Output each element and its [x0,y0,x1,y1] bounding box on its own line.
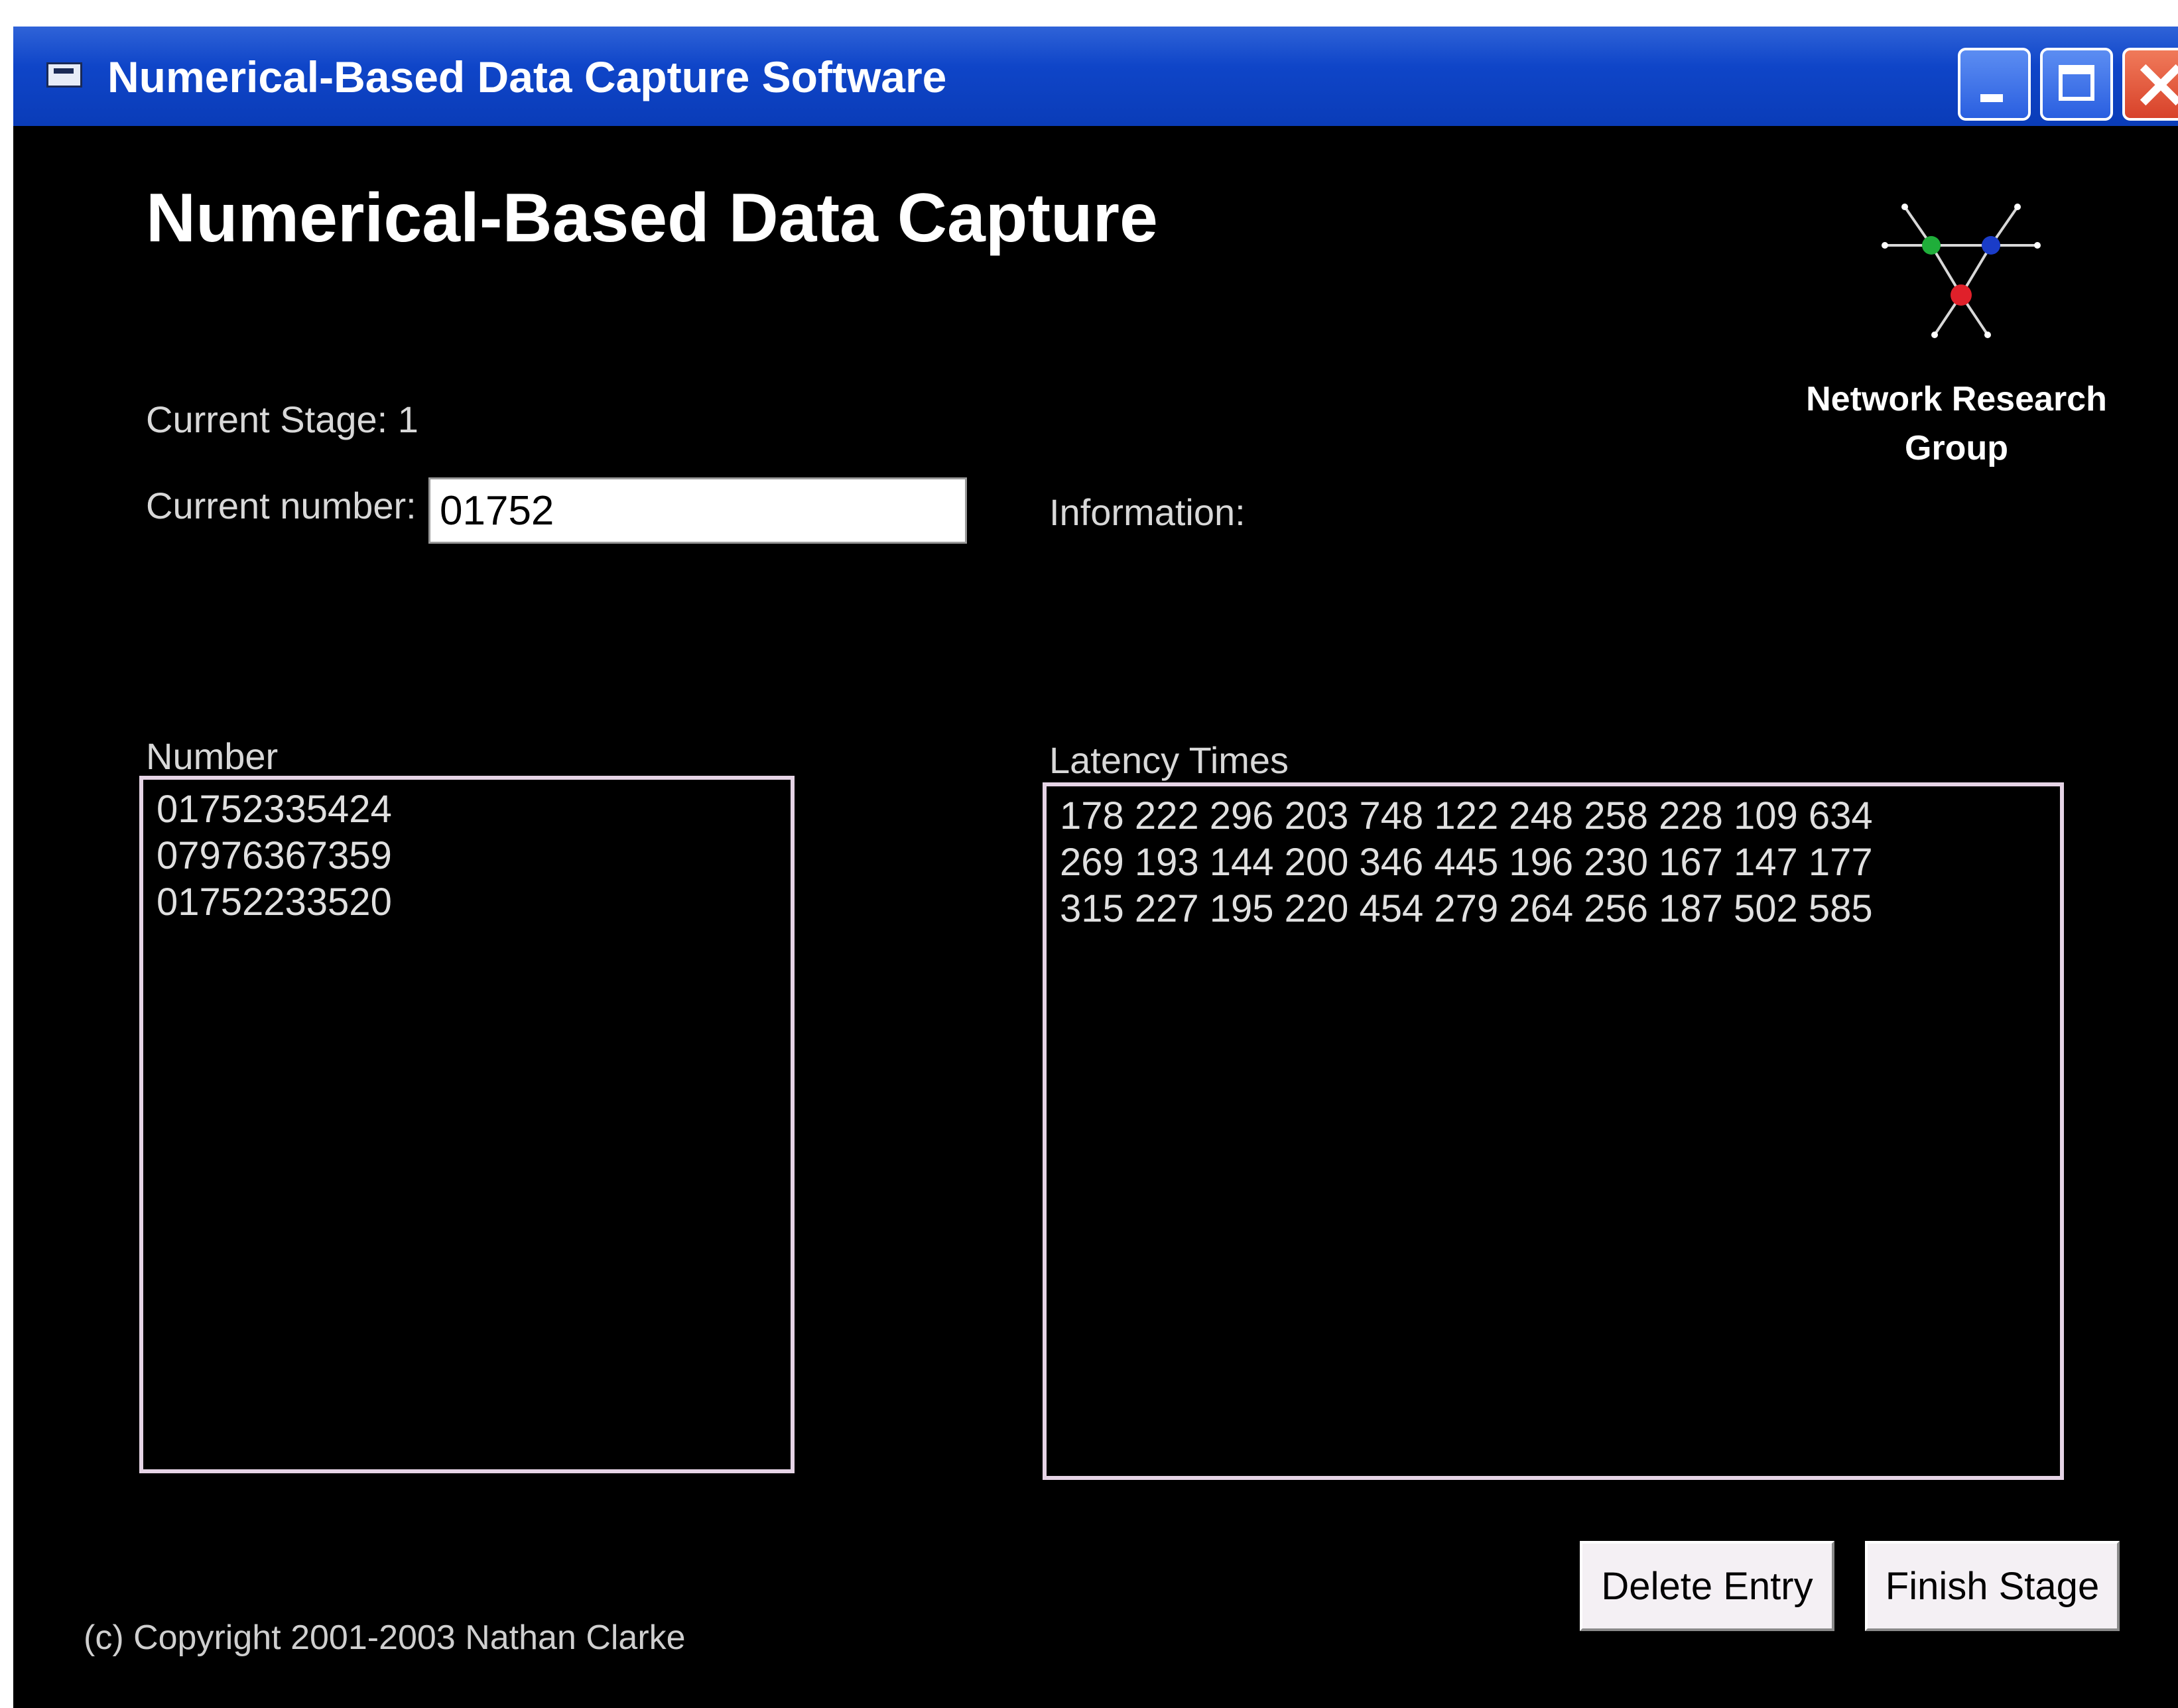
list-item[interactable]: 178 222 296 203 748 122 248 258 228 109 … [1060,793,2047,839]
finish-stage-button[interactable]: Finish Stage [1865,1541,2120,1631]
list-item[interactable]: 01752233520 [157,879,777,926]
logo-text-line-1: Network Research [1806,380,2107,418]
list-item[interactable]: 07976367359 [157,833,777,879]
current-stage-label: Current Stage: 1 [146,398,418,440]
list-item[interactable]: 01752335424 [157,786,777,833]
list-item[interactable]: 315 227 195 220 454 279 264 256 187 502 … [1060,886,2047,932]
logo-text: Network Research Group [1751,375,2162,473]
copyright-text: (c) Copyright 2001-2003 Nathan Clarke [84,1618,686,1657]
latency-listbox[interactable]: 178 222 296 203 748 122 248 258 228 109 … [1043,782,2064,1480]
maximize-icon[interactable] [2040,48,2113,121]
close-icon[interactable] [2122,48,2178,121]
title-bar[interactable]: Numerical-Based Data Capture Software [13,27,2178,126]
logo-text-line-2: Group [1905,429,2008,467]
latency-list-label: Latency Times [1049,739,1289,781]
window-title: Numerical-Based Data Capture Software [107,52,947,101]
current-number-input[interactable] [428,477,967,544]
information-label: Information: [1049,491,1246,533]
app-icon[interactable] [46,62,82,88]
number-listbox[interactable]: 01752335424 07976367359 01752233520 [139,776,795,1473]
current-number-label: Current number: [146,485,416,526]
network-research-logo-icon [1882,204,2041,338]
list-item[interactable]: 269 193 144 200 346 445 196 230 167 147 … [1060,839,2047,886]
delete-entry-button[interactable]: Delete Entry [1580,1541,1834,1631]
page-title: Numerical-Based Data Capture [146,180,1158,257]
number-list-label: Number [146,735,279,777]
app-window: Numerical-Based Data Capture Software Nu… [13,27,2178,1708]
minimize-icon[interactable] [1958,48,2031,121]
